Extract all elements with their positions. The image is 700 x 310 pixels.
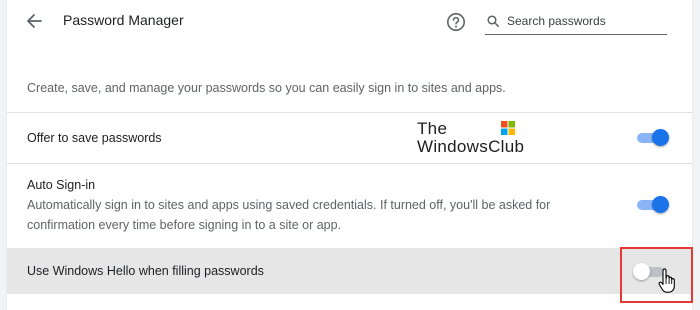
auto-signin-description-line2: confirmation every time before signing i… bbox=[27, 218, 342, 232]
auto-signin-description-line1: Automatically sign in to sites and apps … bbox=[27, 198, 551, 212]
toggle-knob bbox=[652, 129, 669, 146]
arrow-left-icon bbox=[27, 14, 42, 28]
auto-signin-toggle[interactable] bbox=[637, 195, 669, 215]
windows-logo-icon bbox=[501, 121, 515, 135]
help-button[interactable] bbox=[444, 10, 468, 34]
page-title: Password Manager bbox=[63, 12, 184, 28]
offer-to-save-label: Offer to save passwords bbox=[27, 131, 162, 145]
password-manager-panel: Password Manager Create, save, and manag… bbox=[6, 0, 693, 310]
auto-signin-label: Auto Sign-in bbox=[27, 178, 96, 192]
header: Password Manager bbox=[7, 0, 692, 44]
help-circle-icon bbox=[447, 13, 465, 31]
back-button[interactable] bbox=[21, 8, 47, 34]
hand-cursor-icon bbox=[658, 268, 675, 293]
search-box[interactable] bbox=[485, 8, 667, 35]
divider bbox=[7, 112, 692, 113]
search-input[interactable] bbox=[507, 14, 647, 28]
offer-to-save-toggle[interactable] bbox=[637, 128, 669, 148]
windows-hello-row[interactable]: Use Windows Hello when filling passwords bbox=[7, 248, 692, 294]
toggle-knob bbox=[652, 196, 669, 213]
watermark-line2: WindowsClub bbox=[417, 137, 525, 156]
watermark-logo: The WindowsClub bbox=[417, 119, 527, 161]
windows-hello-label: Use Windows Hello when filling passwords bbox=[27, 264, 264, 278]
watermark-line1: The bbox=[417, 119, 448, 138]
divider bbox=[7, 163, 692, 164]
search-icon bbox=[487, 15, 499, 27]
description-text: Create, save, and manage your passwords … bbox=[27, 81, 506, 95]
